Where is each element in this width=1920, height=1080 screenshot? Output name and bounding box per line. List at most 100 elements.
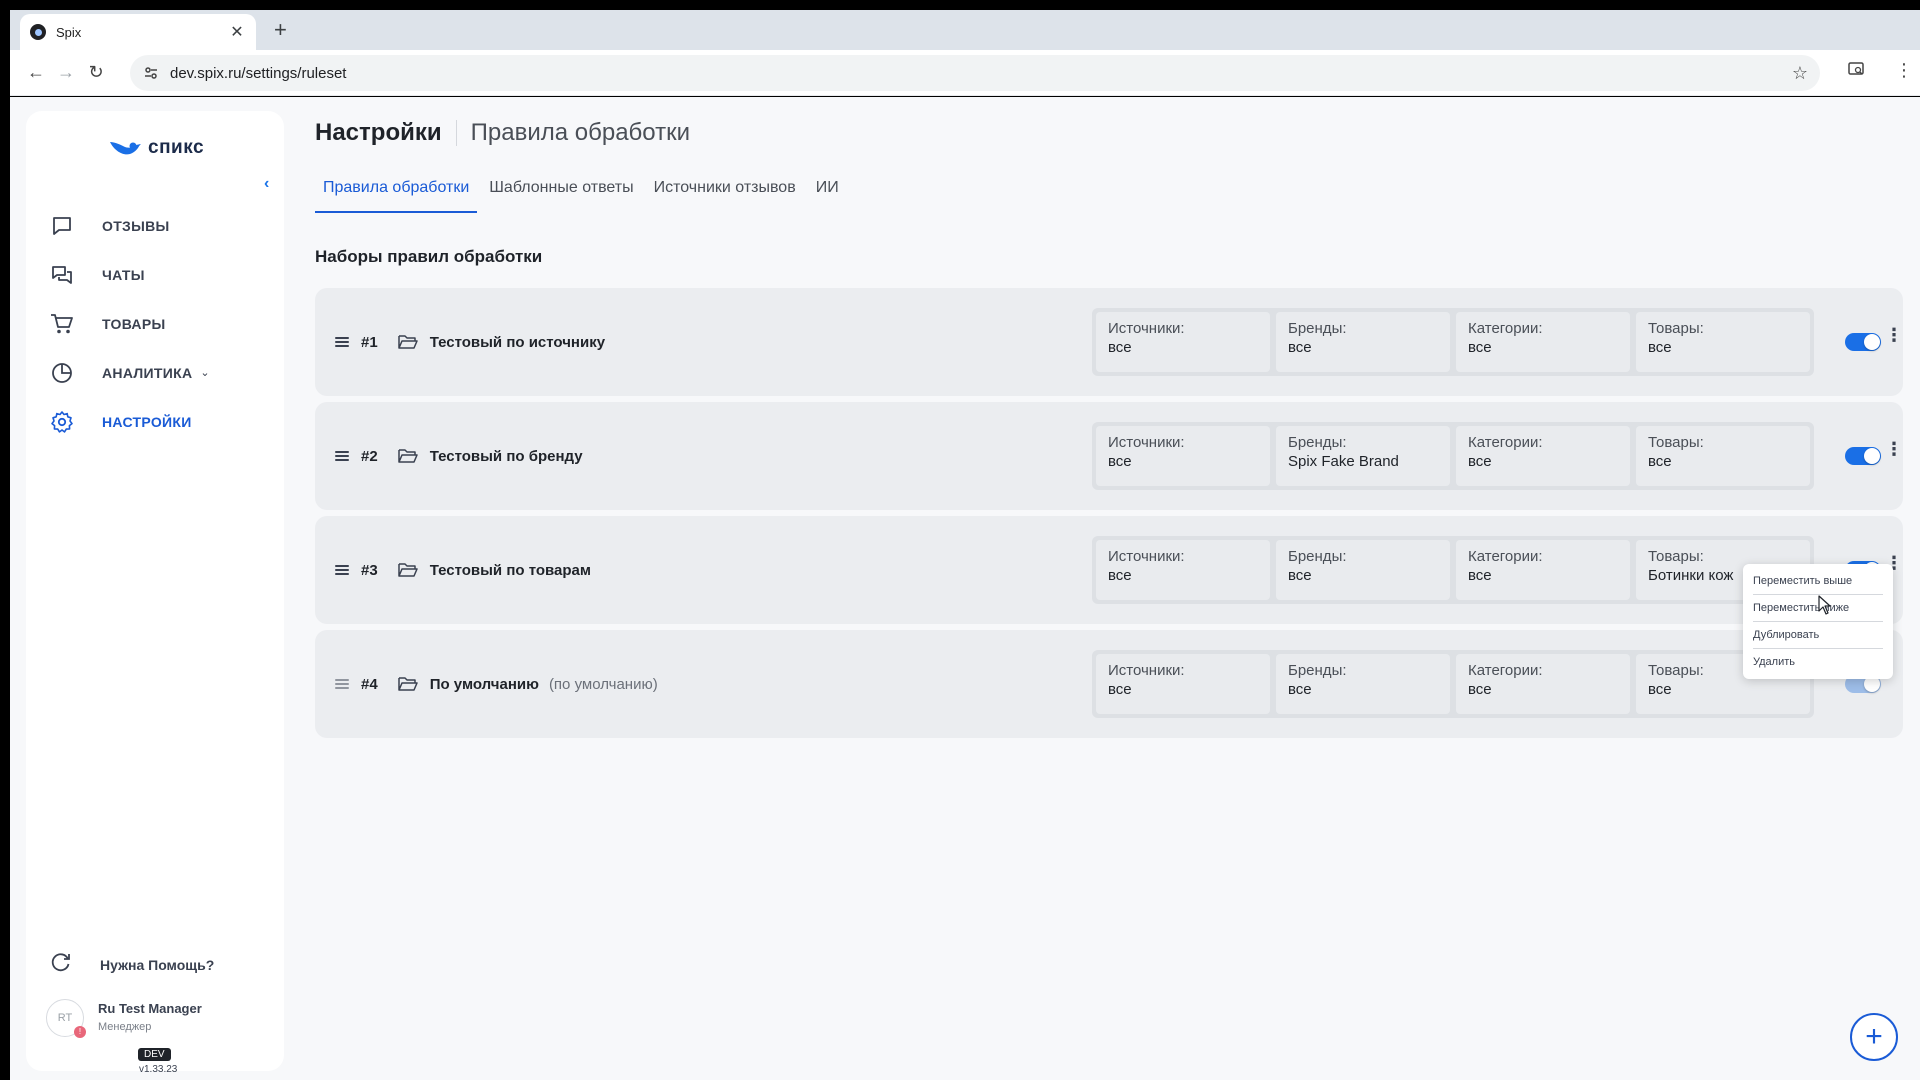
rule-card[interactable]: #3 Тестовый по товарам Источники: все Бре…: [315, 516, 1903, 624]
filter-value: все: [1648, 681, 1672, 698]
rule-enabled-toggle[interactable]: [1845, 447, 1881, 465]
mouse-cursor-icon: [1818, 595, 1832, 615]
help-link[interactable]: Нужна Помощь?: [50, 951, 214, 978]
cart-icon: [50, 312, 74, 336]
rule-filters: Источники: все Бренды: все Категории: все Т…: [1092, 308, 1814, 376]
sidebar-item-label: НАСТРОЙКИ: [102, 413, 192, 430]
tab-ai[interactable]: ИИ: [808, 169, 847, 213]
drag-handle-icon[interactable]: [335, 451, 349, 461]
filter-value: все: [1648, 339, 1672, 356]
close-tab-icon[interactable]: ✕: [228, 22, 246, 42]
sidebar-item-label: ЧАТЫ: [102, 266, 145, 283]
tab-processing-rules[interactable]: Правила обработки: [315, 169, 478, 213]
more-options-icon[interactable]: ⋮: [1885, 440, 1903, 458]
filter-value: Spix Fake Brand: [1288, 453, 1399, 470]
forward-icon[interactable]: →: [54, 60, 78, 84]
filter-label: Категории:: [1468, 548, 1543, 565]
browser-tab-title: Spix: [56, 24, 82, 40]
more-options-icon[interactable]: ⋮: [1885, 326, 1903, 344]
help-label: Нужна Помощь?: [100, 956, 215, 973]
rule-name[interactable]: По умолчанию: [430, 676, 539, 693]
tab-template-answers[interactable]: Шаблонные ответы: [481, 169, 641, 213]
filter-value: все: [1648, 453, 1672, 470]
address-bar[interactable]: dev.spix.ru/settings/ruleset ☆: [130, 55, 1820, 91]
filter-value: все: [1108, 339, 1132, 356]
sidebar-item-settings[interactable]: НАСТРОЙКИ: [50, 397, 270, 446]
rule-card[interactable]: #4 По умолчанию (по умолчанию) Источники…: [315, 630, 1903, 738]
browser-toolbar: ← → ↻ dev.spix.ru/settings/ruleset ☆ ⋮: [10, 50, 1920, 96]
rule-card[interactable]: #2 Тестовый по бренду Источники: все Брен…: [315, 402, 1903, 510]
rule-number: #2: [361, 447, 378, 465]
drag-handle-icon[interactable]: [335, 565, 349, 575]
add-ruleset-button[interactable]: +: [1850, 1013, 1898, 1061]
sidebar-item-label: ТОВАРЫ: [102, 315, 166, 332]
avatar[interactable]: RT !: [46, 999, 86, 1038]
user-profile[interactable]: RT ! Ru Test Manager Менеджер: [46, 999, 202, 1038]
filter-sources: Источники: все: [1096, 426, 1270, 486]
menu-item-delete[interactable]: Удалить: [1753, 648, 1883, 675]
main-content: Настройки Правила обработки Правила обра…: [315, 97, 1915, 1080]
filter-label: Источники:: [1108, 662, 1185, 679]
rule-name[interactable]: Тестовый по источнику: [430, 334, 605, 351]
chevron-down-icon: ⌄: [200, 367, 210, 379]
menu-item-duplicate[interactable]: Дублировать: [1753, 621, 1883, 648]
sidebar-item-label: ОТЗЫВЫ: [102, 217, 170, 234]
rule-filters: Источники: все Бренды: Spix Fake Brand Кат…: [1092, 422, 1814, 490]
sidebar-item-products[interactable]: ТОВАРЫ: [50, 299, 270, 348]
app-page: спикс ‹ ОТЗЫВЫ ЧАТЫ ТОВАРЫ АНАЛИТИКА ⌄ Н…: [10, 97, 1920, 1080]
env-badge: DEV: [138, 1048, 171, 1061]
menu-item-move-up[interactable]: Переместить выше: [1753, 568, 1883, 594]
filter-sources: Источники: все: [1096, 312, 1270, 372]
favicon-icon: [30, 24, 46, 40]
filter-label: Товары:: [1648, 434, 1704, 451]
filter-value: все: [1468, 339, 1492, 356]
filter-label: Бренды:: [1288, 434, 1347, 451]
sidebar-item-reviews[interactable]: ОТЗЫВЫ: [50, 201, 270, 250]
refresh-help-icon: [50, 951, 72, 978]
filter-value: все: [1288, 681, 1312, 698]
breadcrumb-divider: [455, 120, 457, 146]
folder-icon: [397, 676, 418, 692]
new-tab-icon[interactable]: +: [274, 18, 287, 42]
sidebar-nav: ОТЗЫВЫ ЧАТЫ ТОВАРЫ АНАЛИТИКА ⌄ НАСТРОЙКИ: [50, 201, 270, 446]
folder-icon: [397, 562, 418, 578]
sidebar-item-chats[interactable]: ЧАТЫ: [50, 250, 270, 299]
logo[interactable]: спикс: [108, 137, 204, 159]
rule-enabled-toggle[interactable]: [1845, 333, 1881, 351]
drag-handle-icon: [335, 679, 349, 689]
filter-value: все: [1468, 681, 1492, 698]
reload-icon[interactable]: ↻: [84, 60, 108, 84]
rules-list: #1 Тестовый по источнику Источники: все Б…: [315, 288, 1903, 744]
sidebar-item-analytics[interactable]: АНАЛИТИКА ⌄: [50, 348, 270, 397]
gear-icon: [50, 410, 74, 434]
filter-label: Товары:: [1648, 548, 1704, 565]
message-square-icon: [50, 214, 74, 238]
site-info-icon[interactable]: [142, 64, 160, 82]
user-role: Менеджер: [98, 1021, 152, 1033]
bookmark-star-icon[interactable]: ☆: [1792, 63, 1808, 84]
drag-handle-icon[interactable]: [335, 337, 349, 347]
pie-chart-icon: [50, 361, 74, 385]
rule-name[interactable]: Тестовый по товарам: [430, 562, 591, 579]
page-title[interactable]: Настройки: [315, 119, 442, 147]
collapse-sidebar-icon[interactable]: ‹: [264, 175, 269, 193]
filter-brands: Бренды: Spix Fake Brand: [1276, 426, 1450, 486]
rule-number: #3: [361, 561, 378, 579]
browser-tab[interactable]: Spix ✕: [20, 14, 256, 50]
tab-review-sources[interactable]: Источники отзывов: [646, 169, 804, 213]
logo-text: спикс: [148, 137, 205, 158]
filter-value: все: [1288, 567, 1312, 584]
filter-value: все: [1468, 567, 1492, 584]
rule-default-note: (по умолчанию): [548, 675, 658, 693]
browser-menu-icon[interactable]: ⋮: [1892, 60, 1916, 81]
filter-products: Товары: все: [1636, 426, 1810, 486]
rule-context-menu: Переместить выше Переместить ниже Дублир…: [1743, 564, 1893, 679]
rule-filters: Источники: все Бренды: все Категории: все Т…: [1092, 536, 1814, 604]
rule-card[interactable]: #1 Тестовый по источнику Источники: все Б…: [315, 288, 1903, 396]
folder-icon: [397, 448, 418, 464]
window-frame: [0, 0, 1920, 10]
tab-search-icon[interactable]: [1844, 60, 1868, 83]
filter-categories: Категории: все: [1456, 654, 1630, 714]
back-icon[interactable]: ←: [24, 60, 48, 84]
rule-name[interactable]: Тестовый по бренду: [430, 448, 583, 465]
